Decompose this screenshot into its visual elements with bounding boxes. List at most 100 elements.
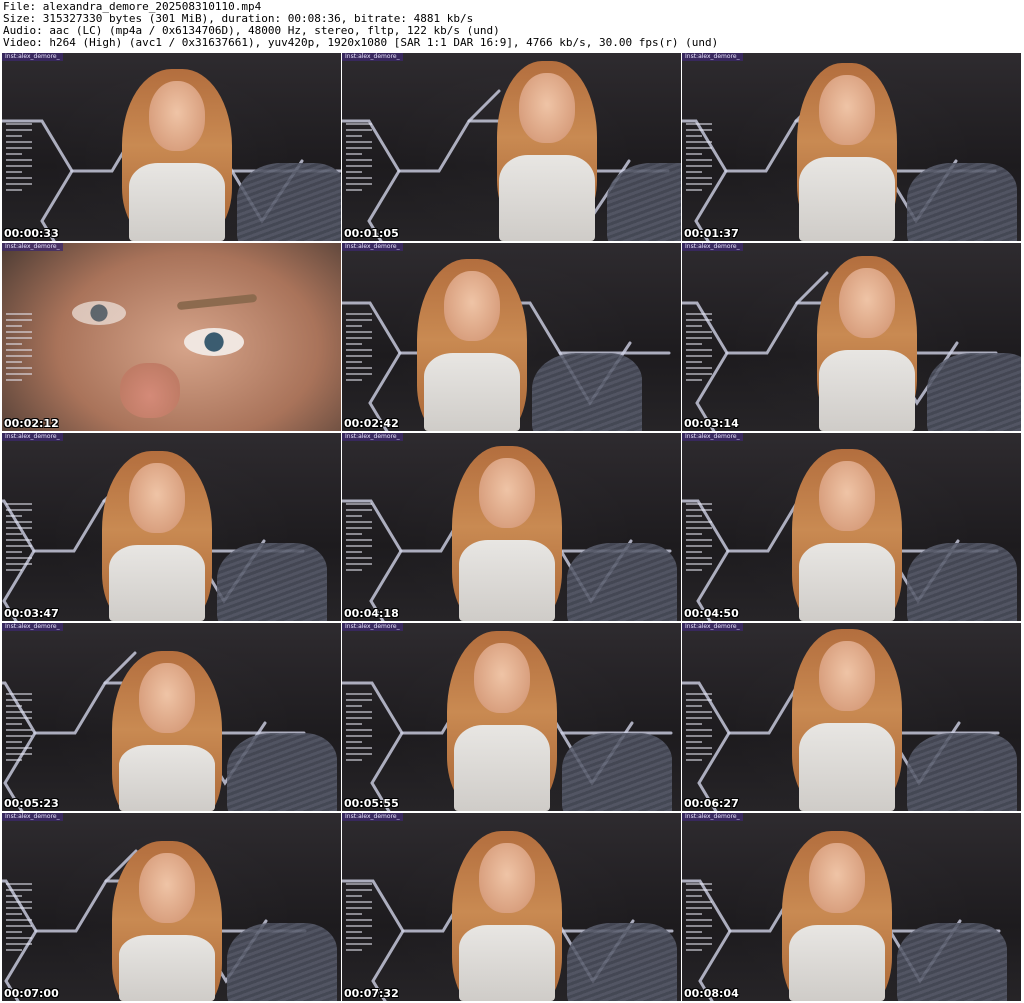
- cushion: [562, 733, 672, 811]
- stream-overlay-panel: [686, 499, 712, 599]
- overlay-line: [346, 503, 372, 505]
- overlay-line: [686, 711, 712, 713]
- overlay-line: [346, 343, 362, 345]
- overlay-line: [686, 355, 712, 357]
- video-thumbnail[interactable]: Inst:alex_demore_ 00:05:55: [342, 623, 681, 811]
- overlay-line: [6, 367, 32, 369]
- overlay-line: [6, 907, 32, 909]
- thumbnail-timestamp: 00:01:37: [684, 227, 739, 240]
- video-thumbnail[interactable]: Inst:alex_demore_ 00:02:42: [342, 243, 681, 431]
- nose: [120, 363, 180, 418]
- cushion: [217, 543, 327, 621]
- video-thumbnail[interactable]: Inst:alex_demore_ 00:04:18: [342, 433, 681, 621]
- watermark-label: Inst:alex_demore_: [342, 623, 403, 631]
- video-thumbnail[interactable]: Inst:alex_demore_ 00:07:00: [2, 813, 341, 1001]
- overlay-line: [346, 747, 372, 749]
- thumbnail-timestamp: 00:07:32: [344, 987, 399, 1000]
- overlay-line: [686, 129, 712, 131]
- overlay-line: [346, 189, 362, 191]
- overlay-line: [6, 135, 22, 137]
- thumbnail-timestamp: 00:04:50: [684, 607, 739, 620]
- overlay-line: [686, 379, 702, 381]
- person-face: [149, 81, 205, 151]
- video-thumbnail[interactable]: Inst:alex_demore_ 00:01:37: [682, 53, 1021, 241]
- overlay-line: [346, 919, 372, 921]
- overlay-line: [6, 165, 32, 167]
- overlay-line: [686, 135, 702, 137]
- stream-overlay-panel: [346, 309, 372, 409]
- person-white-top: [129, 163, 225, 241]
- overlay-line: [6, 319, 32, 321]
- person-face: [139, 853, 195, 923]
- video-thumbnail[interactable]: Inst:alex_demore_ 00:02:12: [2, 243, 341, 431]
- overlay-line: [686, 343, 702, 345]
- video-thumbnail[interactable]: Inst:alex_demore_ 00:04:50: [682, 433, 1021, 621]
- watermark-label: Inst:alex_demore_: [2, 433, 63, 441]
- video-thumbnail[interactable]: Inst:alex_demore_ 00:03:47: [2, 433, 341, 621]
- overlay-line: [6, 937, 32, 939]
- overlay-line: [6, 919, 32, 921]
- thumbnail-timestamp: 00:05:55: [344, 797, 399, 810]
- overlay-line: [346, 557, 372, 559]
- person-face: [839, 268, 895, 338]
- overlay-line: [6, 379, 22, 381]
- overlay-line: [6, 729, 32, 731]
- overlay-line: [686, 165, 712, 167]
- overlay-line: [686, 741, 702, 743]
- overlay-line: [686, 919, 712, 921]
- video-thumbnail[interactable]: Inst:alex_demore_ 00:08:04: [682, 813, 1021, 1001]
- overlay-line: [6, 693, 32, 695]
- overlay-line: [686, 901, 712, 903]
- watermark-label: Inst:alex_demore_: [2, 813, 63, 821]
- overlay-line: [686, 337, 712, 339]
- cushion: [897, 923, 1007, 1001]
- overlay-line: [686, 183, 712, 185]
- overlay-line: [6, 515, 22, 517]
- thumbnail-timestamp: 00:03:14: [684, 417, 739, 430]
- person-white-top: [119, 935, 215, 1001]
- overlay-line: [346, 569, 362, 571]
- overlay-line: [686, 147, 712, 149]
- overlay-line: [346, 325, 362, 327]
- overlay-line: [346, 183, 372, 185]
- stream-overlay-panel: [6, 119, 32, 219]
- overlay-line: [6, 563, 32, 565]
- thumbnail-grid: Inst:alex_demore_ 00:00:33 Inst:alex_demor…: [2, 53, 1022, 1002]
- overlay-line: [346, 895, 362, 897]
- overlay-line: [6, 551, 22, 553]
- person-face: [819, 641, 875, 711]
- watermark-label: Inst:alex_demore_: [2, 53, 63, 61]
- video-thumbnail[interactable]: Inst:alex_demore_ 00:00:33: [2, 53, 341, 241]
- watermark-label: Inst:alex_demore_: [342, 243, 403, 251]
- stream-overlay-panel: [6, 689, 32, 789]
- overlay-line: [346, 717, 372, 719]
- overlay-line: [6, 943, 32, 945]
- video-thumbnail[interactable]: Inst:alex_demore_ 00:06:27: [682, 623, 1021, 811]
- overlay-line: [6, 569, 22, 571]
- overlay-line: [346, 741, 362, 743]
- video-thumbnail[interactable]: Inst:alex_demore_ 00:07:32: [342, 813, 681, 1001]
- overlay-line: [346, 729, 372, 731]
- video-thumbnail[interactable]: Inst:alex_demore_ 00:05:23: [2, 623, 341, 811]
- overlay-line: [6, 325, 22, 327]
- overlay-line: [686, 705, 702, 707]
- person-white-top: [819, 350, 915, 431]
- person-white-top: [119, 745, 215, 811]
- overlay-line: [6, 723, 22, 725]
- person-face: [519, 73, 575, 143]
- overlay-line: [346, 901, 372, 903]
- video-thumbnail[interactable]: Inst:alex_demore_ 00:01:05: [342, 53, 681, 241]
- person-white-top: [424, 353, 520, 431]
- overlay-line: [6, 349, 32, 351]
- overlay-line: [6, 533, 22, 535]
- overlay-line: [346, 515, 362, 517]
- overlay-line: [6, 895, 22, 897]
- watermark-label: Inst:alex_demore_: [342, 433, 403, 441]
- overlay-line: [686, 557, 712, 559]
- file-info-header: File: alexandra_demore_202508310110.mp4 …: [3, 1, 1021, 49]
- overlay-line: [346, 563, 372, 565]
- overlay-line: [686, 153, 702, 155]
- stream-overlay-panel: [346, 119, 372, 219]
- overlay-line: [686, 693, 712, 695]
- video-thumbnail[interactable]: Inst:alex_demore_ 00:03:14: [682, 243, 1021, 431]
